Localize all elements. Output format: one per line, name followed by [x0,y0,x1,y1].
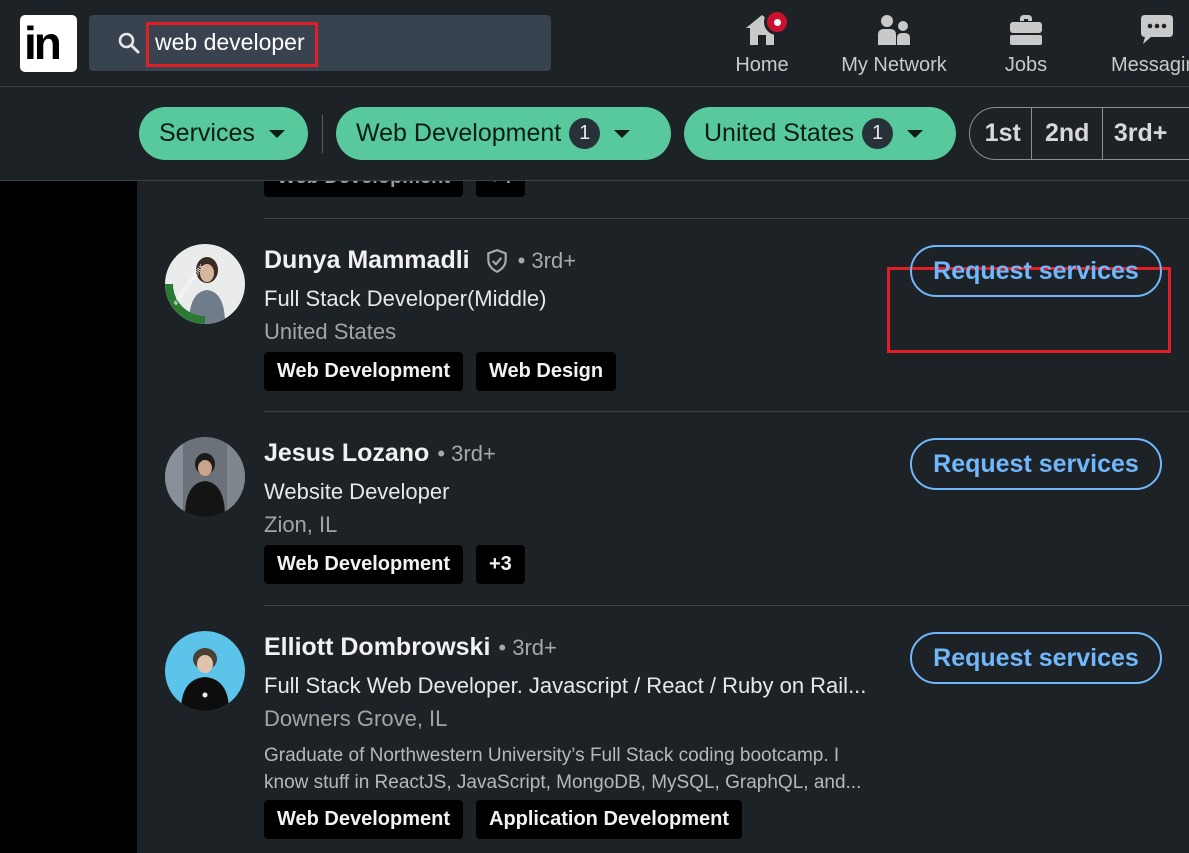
tag: +4 [476,181,525,197]
briefcase-icon [1010,15,1042,45]
nav-my-network[interactable]: My Network [836,8,952,77]
messaging-icon [1141,15,1173,44]
result-name-line: Jesus Lozano • 3rd+ [264,439,496,468]
result-tags: Web Development Application Development [264,800,743,839]
degree-2nd[interactable]: 2nd [1032,108,1103,159]
caret-down-icon [907,129,924,138]
logo-text: in [24,17,62,69]
search-bar[interactable] [89,15,551,71]
result-card: Elliott Dombrowski • 3rd+ Full Stack Web… [137,605,1189,853]
nav-home-label: Home [735,54,789,76]
result-card: Jesus Lozano • 3rd+ Website Developer Zi… [137,411,1189,605]
tag: Web Development [264,545,463,584]
search-input[interactable] [155,29,305,56]
nav-jobs[interactable]: Jobs [991,8,1061,77]
nav-jobs-label: Jobs [1004,54,1048,76]
result-degree: • 3rd+ [517,247,577,273]
result-headline: Full Stack Developer(Middle) [264,286,547,311]
filter-services[interactable]: Services [139,107,308,160]
filter-count-badge: 1 [569,118,601,149]
filter-bar: Services Web Development 1 United States… [0,87,1189,181]
connection-degree-filter: 1st 2nd 3rd+ [969,107,1189,160]
avatar[interactable] [165,631,245,711]
filter-united-states[interactable]: United States 1 [684,107,956,160]
tag[interactable]: +3 [476,545,525,584]
result-location: Downers Grove, IL [264,706,448,731]
tag: Web Development [264,800,463,839]
degree-3rd-plus[interactable]: 3rd+ [1103,108,1189,159]
top-nav: in Home My Network [0,0,1189,87]
result-tags: Web Development +3 [264,545,525,584]
verified-shield-icon [486,248,507,273]
filter-web-development-label: Web Development [356,119,562,147]
nav-home[interactable]: Home [722,8,802,77]
result-degree: • 3rd+ [437,440,496,466]
result-card: #OPENTOWORK Dunya Mammadli • 3rd+ Full S… [137,218,1189,412]
request-services-button[interactable]: Request services [910,632,1162,684]
tag: Web Design [476,352,617,391]
result-tags: Web Development Web Design [264,352,617,391]
nav-messaging[interactable]: Messaging [1111,8,1189,77]
tag: Application Development [476,800,743,839]
result-degree: • 3rd+ [498,634,557,660]
filter-united-states-label: United States [704,119,855,147]
request-services-button[interactable]: Request services [910,245,1162,297]
notification-badge [764,9,790,35]
result-name-line: Dunya Mammadli • 3rd+ [264,246,576,275]
tag: Web Development [264,352,463,391]
result-summary: Graduate of Northwestern University’s Fu… [264,745,862,793]
result-headline: Full Stack Web Developer. Javascript / R… [264,673,867,698]
result-name[interactable]: Dunya Mammadli [264,246,470,275]
result-name-line: Elliott Dombrowski • 3rd+ [264,633,557,662]
caret-down-icon [614,129,631,138]
filter-web-development[interactable]: Web Development 1 [336,107,671,160]
result-name[interactable]: Jesus Lozano [264,439,429,468]
request-services-button[interactable]: Request services [910,438,1162,490]
nav-my-network-label: My Network [841,54,947,76]
avatar[interactable] [165,437,245,517]
degree-1st[interactable]: 1st [970,108,1033,159]
network-icon [878,15,910,45]
search-icon [118,32,140,54]
profile-photo [165,631,245,711]
profile-photo: #OPENTOWORK [165,244,245,324]
filter-count-badge: 1 [862,118,894,149]
result-name[interactable]: Elliott Dombrowski [264,633,490,662]
filter-services-label: Services [159,119,255,147]
profile-photo [165,437,245,517]
nav-messaging-label: Messaging [1111,54,1189,76]
partial-tags: Web Development +4 [264,181,525,197]
filter-separator [322,115,323,153]
result-location: Zion, IL [264,512,338,537]
result-location: United States [264,319,397,344]
search-results: Web Development +4 #OPENTOWORK Dunya Mam… [137,181,1189,853]
avatar[interactable]: #OPENTOWORK [165,244,245,324]
result-headline: Website Developer [264,479,450,504]
caret-down-icon [268,129,285,138]
linkedin-logo[interactable]: in [20,15,77,72]
tag: Web Development [264,181,463,197]
